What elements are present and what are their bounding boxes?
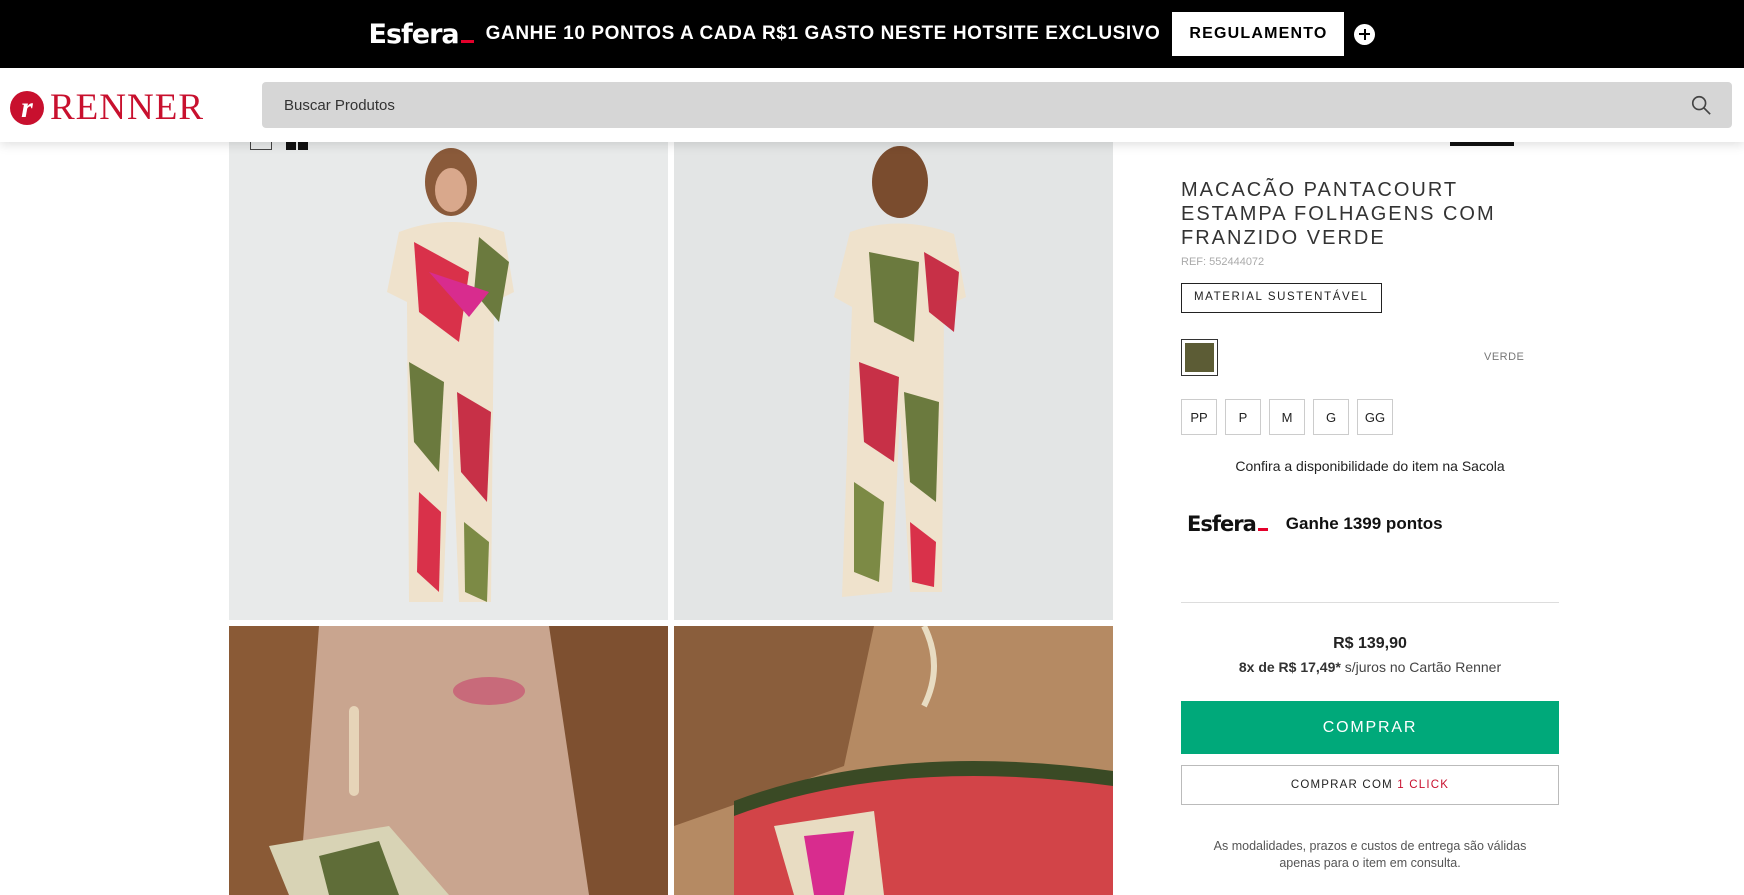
search-input[interactable] — [284, 82, 1664, 128]
product-title: MACACÃO PANTACOURT ESTAMPA FOLHAGENS COM… — [1181, 179, 1496, 249]
promo-bar: Esfera GANHE 10 PONTOS A CADA R$1 GASTO … — [0, 0, 1744, 68]
color-selector: VERDE — [1181, 339, 1559, 379]
size-option[interactable]: G — [1313, 399, 1349, 435]
renner-logo[interactable]: r RENNER — [10, 86, 204, 129]
size-selector: PP P M G GG — [1181, 399, 1559, 435]
product-info: MACACÃO PANTACOURT ESTAMPA FOLHAGENS COM… — [1181, 142, 1559, 872]
regulamento-button[interactable]: REGULAMENTO — [1172, 12, 1345, 56]
site-header: r RENNER — [0, 68, 1744, 142]
plus-circle-icon[interactable] — [1354, 23, 1376, 45]
sustainable-badge: MATERIAL SUSTENTÁVEL — [1181, 283, 1382, 313]
size-option[interactable]: PP — [1181, 399, 1217, 435]
installments: 8x de R$ 17,49* s/juros no Cartão Renner — [1181, 659, 1559, 675]
renner-logo-mark: r — [10, 90, 44, 125]
renner-logo-text: RENNER — [50, 87, 204, 128]
divider — [1181, 602, 1559, 603]
buy-button[interactable]: COMPRAR — [1181, 701, 1559, 754]
esfera-logo: Esfera — [369, 19, 474, 50]
esfera-points: Esfera Ganhe 1399 pontos — [1187, 512, 1559, 536]
esfera-logo-text: Esfera — [1187, 512, 1257, 536]
color-swatch-verde[interactable] — [1181, 339, 1218, 376]
search-bar — [262, 82, 1732, 128]
delivery-note: As modalidades, prazos e custos de entre… — [1213, 839, 1527, 870]
price: R$ 139,90 — [1333, 635, 1407, 652]
availability-text: Confira a disponibilidade do item na Sac… — [1235, 458, 1505, 474]
points-text: Ganhe 1399 pontos — [1285, 514, 1443, 533]
size-option[interactable]: M — [1269, 399, 1305, 435]
size-option[interactable]: P — [1225, 399, 1261, 435]
promo-text: GANHE 10 PONTOS A CADA R$1 GASTO NESTE H… — [485, 23, 1161, 44]
buy-one-click-label: COMPRAR COM — [1290, 779, 1398, 791]
color-name: VERDE — [1484, 351, 1525, 363]
product-photo-back[interactable] — [674, 142, 1113, 620]
esfera-logo-text: Esfera — [368, 18, 460, 50]
installment-amount: 8x de R$ 17,49* — [1238, 659, 1341, 675]
installment-terms: s/juros no Cartão Renner — [1340, 659, 1502, 675]
search-icon[interactable] — [1690, 94, 1712, 116]
product-photo-detail-face[interactable] — [229, 626, 668, 895]
product-photo-detail-back[interactable] — [674, 626, 1113, 895]
size-option[interactable]: GG — [1357, 399, 1393, 435]
product-ref: REF: 552444072 — [1181, 256, 1265, 268]
buy-one-click-button[interactable]: COMPRAR COM 1 CLICK — [1181, 765, 1559, 805]
buy-one-click-accent: 1 CLICK — [1397, 779, 1450, 791]
esfera-logo: Esfera — [1187, 512, 1268, 536]
product-photo-front[interactable] — [229, 142, 668, 620]
